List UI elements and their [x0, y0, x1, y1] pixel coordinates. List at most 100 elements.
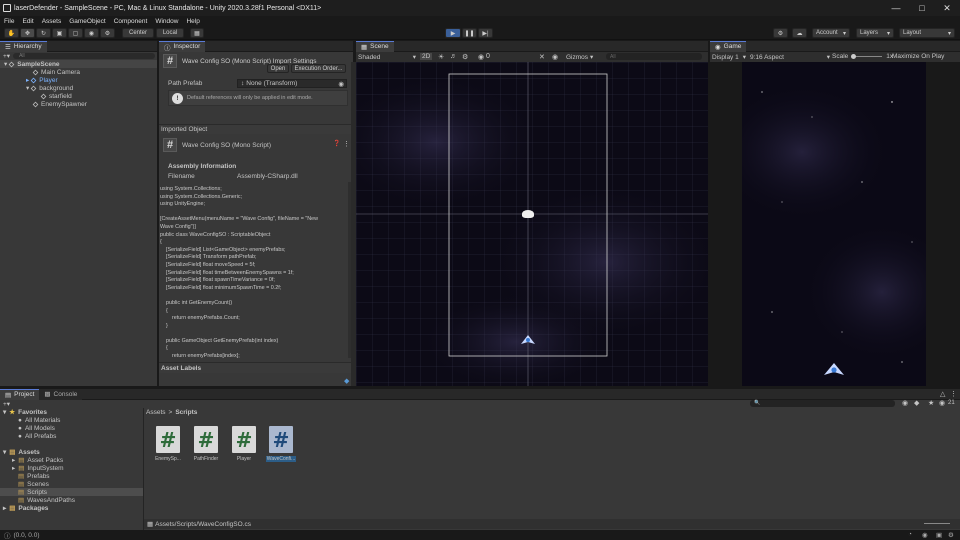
pause-button[interactable]: ❚❚ — [462, 28, 477, 38]
step-button[interactable]: ▶| — [478, 28, 493, 38]
packages-header[interactable]: ▸ ▤ Packages — [3, 504, 48, 513]
pivot-toggle[interactable]: Center — [122, 28, 154, 38]
camera-icon[interactable]: ◉ — [552, 53, 558, 61]
audio-icon[interactable]: ♬ — [450, 53, 457, 60]
csharp-script-icon: # — [232, 426, 256, 453]
gizmos-dropdown[interactable]: Gizmos ▾ — [566, 53, 593, 62]
help-icon[interactable]: ❓ — [333, 140, 340, 147]
shading-dropdown[interactable]: Shaded ▾ — [358, 53, 416, 62]
breadcrumb-assets[interactable]: Assets — [146, 409, 166, 416]
close-button[interactable]: ✕ — [934, 0, 960, 16]
debug-icon[interactable]: ◉ — [922, 531, 928, 539]
play-button[interactable]: ▶ — [445, 28, 461, 38]
folder-wavesandpaths[interactable]: ▤ WavesAndPaths — [18, 496, 75, 505]
scene-left-scrollbar[interactable] — [351, 62, 356, 386]
settings-icon[interactable]: ⚙ — [948, 531, 954, 539]
effects-icon[interactable]: ⚙ — [462, 53, 468, 61]
hierarchy-item-starfield[interactable]: starfield — [0, 92, 72, 100]
tab-game[interactable]: ◉ Game — [710, 40, 747, 52]
scale-tool-icon[interactable]: ▣ — [52, 28, 67, 38]
visibility-icon[interactable]: ◉ — [478, 53, 484, 61]
rect-tool-icon[interactable]: ▢ — [68, 28, 83, 38]
more-options-icon[interactable]: ⋮ — [343, 140, 350, 148]
display-dropdown[interactable]: Display 1 ▾ — [712, 53, 746, 62]
collab-icon[interactable]: ⚙ — [773, 28, 788, 38]
folder-scenes[interactable]: ▤ Scenes — [18, 480, 49, 489]
minimize-button[interactable]: — — [883, 0, 909, 16]
game-viewport[interactable] — [742, 62, 926, 386]
scale-slider[interactable] — [851, 54, 883, 59]
chevron-down-icon: ▾ — [412, 54, 416, 61]
hierarchy-item-samplescene[interactable]: ▾ SampleScene — [0, 60, 157, 68]
lock-icon[interactable]: △ — [940, 390, 945, 398]
aspect-dropdown[interactable]: 9:16 Aspect ▾ — [750, 53, 830, 62]
layout-dropdown[interactable]: Layout ▾ — [899, 28, 955, 38]
more-options-icon[interactable]: ⋮ — [950, 390, 957, 398]
asset-pathfinder[interactable]: # PathFinder — [190, 426, 222, 466]
tab-inspector[interactable]: ⓘ Inspector — [159, 40, 206, 52]
tab-hierarchy[interactable]: ☰ Hierarchy — [0, 40, 47, 52]
execution-order-button[interactable]: Execution Order... — [291, 64, 346, 73]
menu-edit[interactable]: Edit — [22, 18, 33, 25]
scale-control[interactable]: Scale 1x — [832, 53, 893, 60]
scene-search-input[interactable]: All — [606, 53, 702, 60]
icon-size-slider[interactable] — [924, 523, 950, 524]
tab-console[interactable]: ▩ Console — [39, 388, 83, 400]
move-tool-icon[interactable]: ✥ — [20, 28, 35, 38]
asset-player[interactable]: # Player — [228, 426, 260, 466]
hierarchy-item-player[interactable]: ▸ Player — [0, 76, 58, 85]
hierarchy-item-main-camera[interactable]: Main Camera — [0, 68, 80, 76]
player-ship-sprite[interactable] — [521, 335, 535, 345]
add-icon[interactable]: +▾ — [3, 52, 10, 60]
lighting-icon[interactable]: ☀ — [438, 53, 444, 61]
hierarchy-item-background[interactable]: ▾ background — [0, 84, 73, 93]
filter-type-icon[interactable]: ◉ — [902, 399, 908, 407]
open-button[interactable]: Open — [267, 64, 289, 73]
maximize-button[interactable]: □ — [909, 0, 935, 16]
menu-component[interactable]: Component — [114, 18, 148, 25]
object-picker-icon[interactable]: ◉ — [338, 80, 344, 88]
hierarchy-item-enemyspawner[interactable]: EnemySpawner — [0, 100, 87, 108]
tools-icon[interactable]: ✕ — [539, 53, 545, 61]
assets-header[interactable]: ▾ ▤ Assets — [3, 448, 40, 457]
menu-window[interactable]: Window — [155, 18, 178, 25]
visibility-icon[interactable]: ◉ — [939, 399, 945, 407]
tag-icon[interactable]: ◆ — [344, 377, 349, 385]
folder-inputsystem[interactable]: ▸ ▤ InputSystem — [12, 464, 64, 473]
cloud-gizmo-icon[interactable] — [522, 210, 534, 218]
tab-project[interactable]: ▤ Project — [0, 388, 40, 400]
asset-enemyspawner[interactable]: # EnemySp... — [152, 426, 184, 466]
account-dropdown[interactable]: Account ▾ — [812, 28, 850, 38]
project-add-icon[interactable]: +▾ — [3, 400, 10, 408]
folder-prefabs[interactable]: ▤ Prefabs — [18, 472, 50, 481]
transform-tool-icon[interactable]: ◉ — [84, 28, 99, 38]
hierarchy-search-input[interactable]: All — [13, 53, 155, 59]
cloud-icon[interactable]: ☁ — [792, 28, 807, 38]
favorites-header[interactable]: ▾ ★ Favorites — [3, 408, 47, 417]
rotate-tool-icon[interactable]: ↻ — [36, 28, 51, 38]
custom-tool-icon[interactable]: ⚙ — [100, 28, 115, 38]
tab-scene[interactable]: ▦ Scene — [356, 40, 394, 52]
fav-all-models[interactable]: ● All Models — [18, 424, 55, 432]
menu-assets[interactable]: Assets — [42, 18, 62, 25]
layers-dropdown[interactable]: Layers ▾ — [856, 28, 894, 38]
asset-waveconfigso[interactable]: # WaveConfi... — [264, 426, 298, 466]
menu-file[interactable]: File — [4, 18, 14, 25]
favorite-icon[interactable]: ★ — [928, 399, 934, 407]
fav-all-prefabs[interactable]: ● All Prefabs — [18, 432, 56, 440]
fav-all-materials[interactable]: ● All Materials — [18, 416, 60, 424]
project-search-input[interactable]: 🔍 — [750, 400, 895, 407]
breadcrumb-scripts[interactable]: Scripts — [175, 409, 197, 416]
filter-label-icon[interactable]: ◆ — [914, 399, 919, 407]
folder-asset-packs[interactable]: ▸ ▤ Asset Packs — [12, 456, 63, 465]
path-prefab-field[interactable]: ↕ None (Transform) ◉ — [237, 79, 347, 88]
folder-scripts[interactable]: ▤ Scripts — [0, 488, 143, 496]
menu-help[interactable]: Help — [186, 18, 199, 25]
2d-toggle[interactable]: 2D — [420, 53, 433, 60]
maximize-on-play-toggle[interactable]: Maximize On Play — [892, 53, 944, 60]
hand-tool-icon[interactable]: ✋ — [4, 28, 19, 38]
grid-snap-icon[interactable]: ▦ — [190, 28, 204, 38]
space-toggle[interactable]: Local — [156, 28, 184, 38]
scene-viewport[interactable] — [356, 62, 708, 386]
menu-gameobject[interactable]: GameObject — [69, 18, 106, 25]
